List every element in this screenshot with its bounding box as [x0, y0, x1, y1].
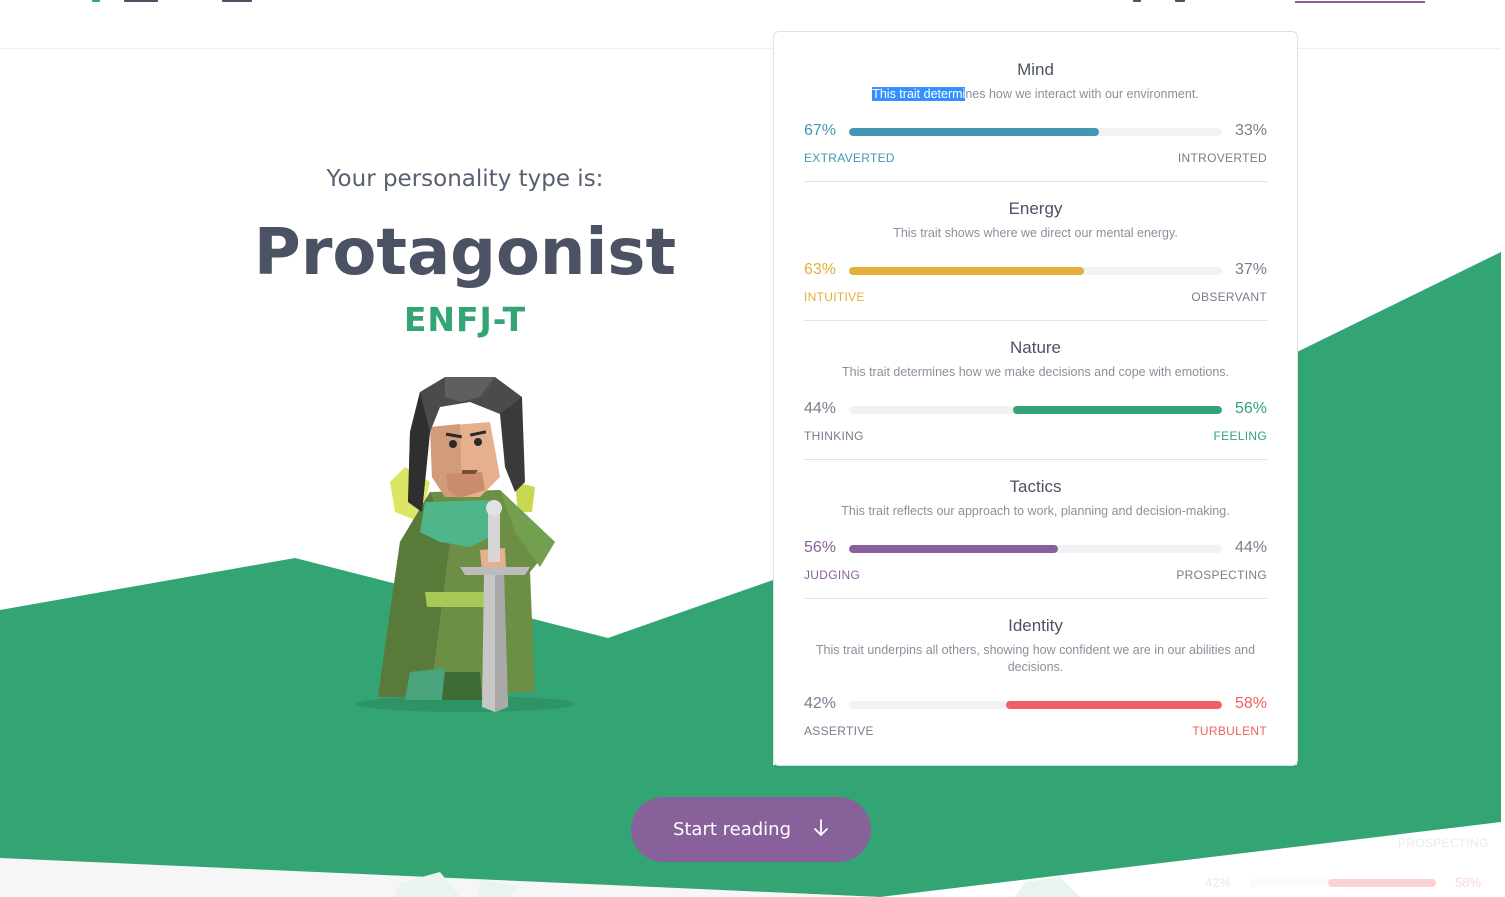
right-percent: 37%: [1234, 261, 1267, 278]
trait-divider: [804, 320, 1267, 321]
trait-tactics: Tactics This trait reflects our approach…: [804, 476, 1267, 616]
trait-bar-row: 67% 33%: [804, 121, 1267, 141]
trait-title: Mind: [1017, 60, 1054, 79]
trait-identity: Identity This trait underpins all others…: [804, 615, 1267, 755]
ghost-right-percent: 58%: [1455, 875, 1482, 890]
trait-bar-row: 56% 44%: [804, 538, 1267, 558]
trait-bar: [849, 267, 1222, 275]
ghost-pole-label: PROSPECTING: [1398, 836, 1489, 850]
arrow-down-icon: [813, 818, 829, 841]
personality-type-name: Protagonist: [253, 216, 677, 290]
right-percent: 44%: [1234, 539, 1267, 556]
start-reading-button[interactable]: Start reading: [631, 797, 871, 862]
trait-poles: EXTRAVERTED INTROVERTED: [804, 150, 1267, 166]
trait-poles: JUDGING PROSPECTING: [804, 567, 1267, 583]
left-percent: 44%: [804, 400, 837, 417]
left-percent: 56%: [804, 539, 837, 556]
ghost-bar-fill: [1328, 879, 1436, 887]
right-percent: 56%: [1234, 400, 1267, 417]
trait-divider: [804, 181, 1267, 182]
trait-description: This trait underpins all others, showing…: [815, 643, 1256, 674]
trait-bar-row: 42% 58%: [804, 694, 1267, 714]
trait-title: Energy: [1008, 199, 1063, 218]
trait-divider: [804, 459, 1267, 460]
left-pole-label: ASSERTIVE: [804, 724, 874, 738]
trait-description: This trait reflects our approach to work…: [841, 504, 1230, 518]
trait-bar-fill: [849, 128, 1099, 136]
right-pole-label: TURBULENT: [1192, 724, 1267, 738]
left-percent: 67%: [804, 122, 837, 139]
trait-bar-fill: [849, 267, 1084, 275]
trait-nature: Nature This trait determines how we make…: [804, 337, 1267, 477]
left-pole-label: INTUITIVE: [804, 290, 865, 304]
trait-bar: [849, 545, 1222, 553]
left-pole-label: JUDGING: [804, 568, 861, 582]
trait-energy: Energy This trait shows where we direct …: [804, 198, 1267, 338]
left-pole-label: EXTRAVERTED: [804, 151, 895, 165]
trait-description: This trait shows where we direct our men…: [893, 226, 1178, 240]
personality-traits-card: Mind This trait determines how we intera…: [773, 31, 1298, 766]
trait-bar-fill: [1013, 406, 1222, 414]
trait-divider: [804, 598, 1267, 599]
left-pole-label: THINKING: [804, 429, 864, 443]
right-pole-label: OBSERVANT: [1191, 290, 1267, 304]
page-edge: [1501, 48, 1505, 897]
left-percent: 63%: [804, 261, 837, 278]
trait-bar-row: 44% 56%: [804, 399, 1267, 419]
right-percent: 58%: [1234, 695, 1267, 712]
trait-poles: ASSERTIVE TURBULENT: [804, 723, 1267, 739]
trait-bar: [849, 701, 1222, 709]
trait-title: Tactics: [1009, 477, 1062, 496]
trait-mind: Mind This trait determines how we intera…: [804, 59, 1267, 199]
trait-bar-fill: [849, 545, 1058, 553]
right-percent: 33%: [1234, 122, 1267, 139]
personality-type-label: Your personality type is:: [326, 166, 604, 192]
protagonist-character-illustration: [355, 377, 575, 712]
trait-poles: INTUITIVE OBSERVANT: [804, 289, 1267, 305]
personality-type-code: ENFJ-T: [403, 300, 527, 339]
right-pole-label: PROSPECTING: [1176, 568, 1267, 582]
right-pole-label: INTROVERTED: [1177, 151, 1267, 165]
ghost-left-percent: 42%: [1205, 875, 1232, 890]
trait-description: This trait determines how we interact wi…: [804, 86, 1267, 103]
selected-text: This trait determi: [872, 87, 966, 101]
trait-title: Nature: [1009, 338, 1062, 357]
trait-bar: [849, 406, 1222, 414]
trait-bar-fill: [1005, 701, 1222, 709]
left-percent: 42%: [804, 695, 837, 712]
trait-bar-row: 63% 37%: [804, 260, 1267, 280]
start-reading-label: Start reading: [672, 819, 792, 840]
right-pole-label: FEELING: [1213, 429, 1267, 443]
trait-bar: [849, 128, 1222, 136]
trait-description-rest: nes how we interact with our environment…: [965, 87, 1199, 101]
trait-title: Identity: [1008, 616, 1063, 635]
trait-poles: THINKING FEELING: [804, 428, 1267, 444]
trait-description: This trait determines how we make decisi…: [842, 365, 1229, 379]
